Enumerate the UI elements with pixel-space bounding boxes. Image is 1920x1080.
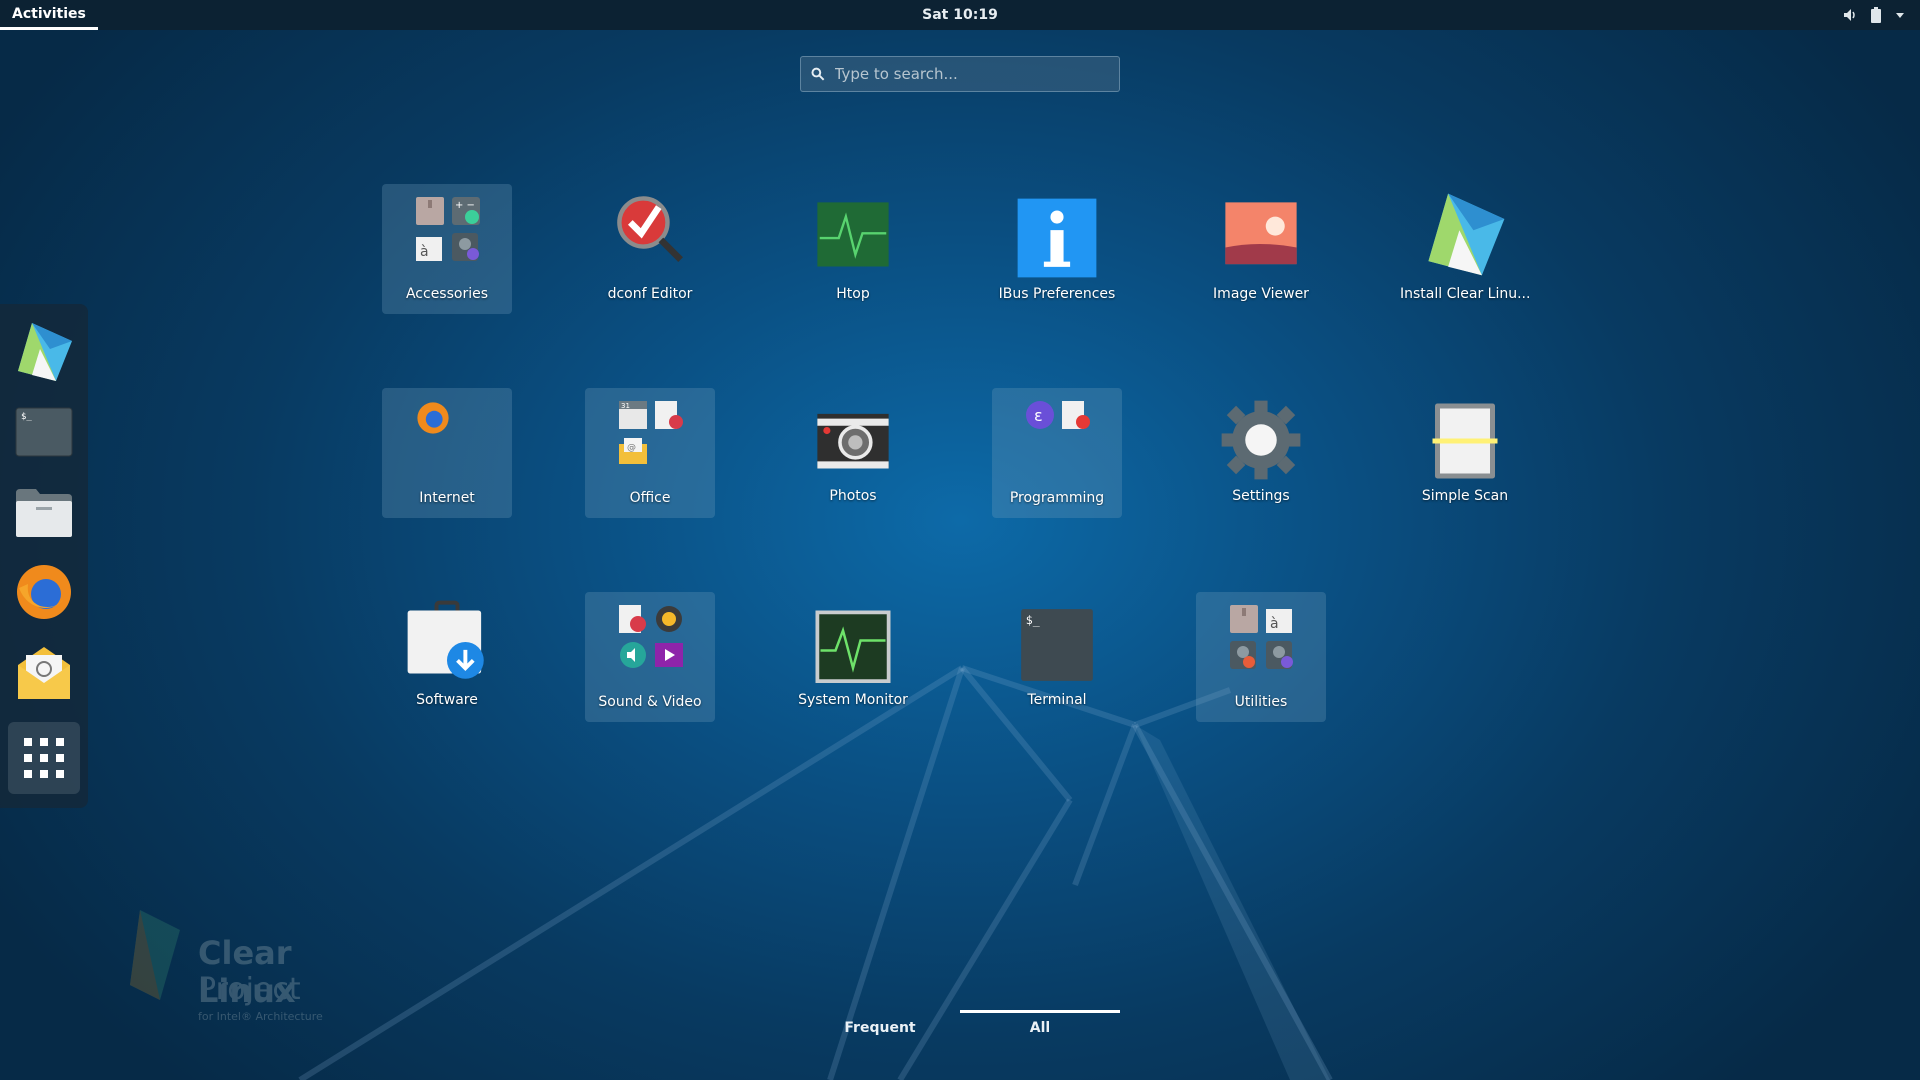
app-install-clear-linux[interactable]: Install Clear Linu... — [1400, 184, 1530, 314]
app-photos[interactable]: Photos — [788, 388, 918, 518]
app-settings[interactable]: Settings — [1196, 388, 1326, 518]
terminal-app-icon: $_ — [1021, 609, 1093, 681]
app-label: dconf Editor — [607, 286, 693, 302]
camera-icon — [817, 413, 889, 469]
dash-item-mail[interactable] — [8, 636, 80, 708]
dash: $_ — [0, 304, 88, 808]
app-label: IBus Preferences — [998, 286, 1116, 302]
search-input[interactable] — [832, 64, 1109, 84]
app-simple-scan[interactable]: Simple Scan — [1400, 388, 1530, 518]
app-htop[interactable]: Htop — [788, 184, 918, 314]
svg-text:$_: $_ — [21, 412, 32, 422]
dash-item-clear-linux-installer[interactable] — [8, 316, 80, 388]
app-label: Simple Scan — [1421, 488, 1509, 504]
app-system-monitor[interactable]: System Monitor — [788, 592, 918, 722]
app-label: Terminal — [1027, 692, 1087, 708]
scanner-icon — [1432, 403, 1498, 479]
svg-text:$_: $_ — [1026, 613, 1040, 627]
svg-text:31: 31 — [621, 402, 630, 410]
app-folder-accessories[interactable]: + − à Accessories — [382, 184, 512, 314]
clear-linux-logo-icon — [130, 910, 180, 1000]
app-folder-office[interactable]: 31 @ Office — [585, 388, 715, 518]
app-label: System Monitor — [798, 692, 908, 708]
utilities-folder-icon: à — [1229, 604, 1293, 669]
app-label: Htop — [836, 286, 870, 302]
accessories-folder-icon: + − à — [415, 196, 480, 261]
app-folder-utilities[interactable]: à Utilities — [1196, 592, 1326, 722]
dconf-editor-icon — [617, 196, 683, 262]
office-folder-icon: 31 @ — [618, 400, 683, 464]
clock[interactable]: Sat 10:19 — [922, 7, 998, 23]
clear-linux-icon — [18, 323, 72, 381]
internet-folder-icon — [415, 400, 479, 464]
gear-icon — [1221, 400, 1301, 480]
volume-icon[interactable] — [1842, 7, 1858, 23]
programming-folder-icon: ε — [1025, 400, 1090, 464]
app-image-viewer[interactable]: Image Viewer — [1196, 184, 1326, 314]
watermark-line3: for Intel® Architecture — [198, 1010, 323, 1023]
watermark-line2: Project — [198, 972, 301, 1007]
folder-icon — [16, 489, 72, 537]
svg-text:à: à — [1270, 616, 1279, 632]
firefox-icon — [17, 565, 71, 619]
app-software[interactable]: Software — [382, 592, 512, 722]
clear-linux-install-icon — [1428, 193, 1505, 276]
app-label: Image Viewer — [1213, 286, 1309, 302]
dropdown-arrow-icon[interactable] — [1894, 9, 1906, 21]
top-bar: Activities Sat 10:19 — [0, 0, 1920, 30]
info-icon — [1017, 198, 1097, 278]
app-ibus-preferences[interactable]: IBus Preferences — [992, 184, 1122, 314]
app-terminal[interactable]: $_ Terminal — [992, 592, 1122, 722]
system-tray[interactable] — [1842, 0, 1906, 30]
tab-frequent[interactable]: Frequent — [800, 1010, 960, 1036]
system-monitor-icon — [815, 610, 891, 683]
app-label: Utilities — [1234, 694, 1288, 710]
app-folder-sound-video[interactable]: Sound & Video — [585, 592, 715, 722]
dash-item-terminal[interactable]: $_ — [8, 396, 80, 468]
app-folder-programming[interactable]: ε Programming — [992, 388, 1122, 518]
clear-linux-watermark: Clear Linux Project for Intel® Architect… — [120, 900, 400, 1030]
search-icon — [811, 67, 825, 81]
svg-text:à: à — [420, 244, 429, 260]
dash-item-show-applications[interactable] — [8, 722, 80, 794]
battery-icon[interactable] — [1870, 7, 1882, 23]
app-label: Software — [416, 692, 478, 708]
search-box[interactable] — [800, 56, 1120, 92]
app-label: Settings — [1232, 488, 1290, 504]
dash-item-firefox[interactable] — [8, 556, 80, 628]
app-label: Install Clear Linu... — [1400, 286, 1530, 302]
svg-text:ε: ε — [1034, 406, 1043, 425]
sound-video-folder-icon — [618, 604, 683, 668]
activities-button[interactable]: Activities — [0, 0, 98, 30]
app-label: Sound & Video — [598, 694, 702, 710]
app-dconf-editor[interactable]: dconf Editor — [585, 184, 715, 314]
mail-icon — [18, 647, 70, 699]
app-grid-icon — [24, 738, 64, 778]
app-label: Office — [629, 490, 671, 506]
image-viewer-icon — [1225, 202, 1297, 265]
svg-text:+ −: + − — [455, 200, 475, 211]
app-label: Accessories — [405, 286, 489, 302]
app-label: Photos — [829, 488, 877, 504]
clock-container: Sat 10:19 — [0, 0, 1920, 30]
app-folder-internet[interactable]: Internet — [382, 388, 512, 518]
app-label: Programming — [1009, 490, 1105, 506]
dash-item-files[interactable] — [8, 476, 80, 548]
tab-all[interactable]: All — [960, 1010, 1120, 1036]
app-label: Internet — [419, 490, 475, 506]
software-store-icon — [407, 600, 484, 679]
terminal-icon: $_ — [15, 407, 73, 457]
htop-icon — [817, 202, 889, 267]
svg-text:@: @ — [627, 443, 636, 453]
